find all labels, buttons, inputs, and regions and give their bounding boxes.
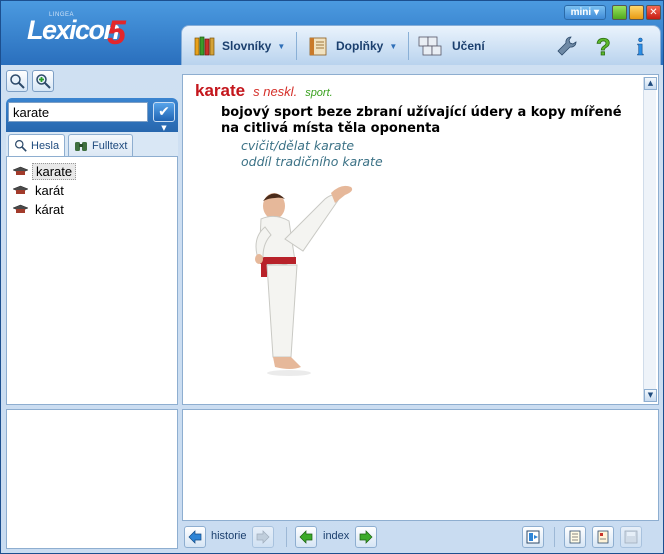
close-button[interactable]: ✕ bbox=[646, 5, 661, 20]
help-button[interactable]: ? bbox=[594, 34, 612, 58]
tab-fulltext-label: Fulltext bbox=[92, 139, 128, 152]
entry-view: karate s neskl. sport. bojový sport beze… bbox=[182, 74, 659, 405]
karate-kick-illustration bbox=[255, 185, 353, 376]
tab-fulltext[interactable]: Fulltext bbox=[68, 134, 134, 156]
magnifier-icon bbox=[15, 140, 27, 152]
list-item-label: kárat bbox=[35, 201, 64, 217]
index-back-button[interactable] bbox=[295, 526, 317, 548]
toolbar-divider bbox=[408, 32, 409, 60]
app-window: LINGEA Lexicon 5 mini ▾ ✕ Slovníky ▼ Dop… bbox=[0, 0, 664, 554]
scroll-down-icon[interactable]: ▼ bbox=[644, 389, 657, 402]
save-icon bbox=[624, 530, 638, 544]
arrow-right-icon bbox=[359, 530, 373, 544]
uceni-label: Učení bbox=[452, 39, 485, 53]
search-input[interactable] bbox=[8, 102, 148, 122]
window-controls: mini ▾ ✕ bbox=[563, 5, 661, 21]
arrow-left-icon bbox=[188, 530, 202, 544]
card-icon bbox=[597, 530, 609, 544]
list-item-label: karát bbox=[35, 182, 64, 198]
chevron-down-icon: ▼ bbox=[277, 41, 286, 51]
graduation-cap-icon bbox=[12, 204, 29, 213]
arrow-right-icon bbox=[256, 530, 270, 544]
domain-label: sport. bbox=[305, 87, 333, 99]
uceni-button[interactable]: Učení bbox=[418, 34, 485, 58]
toolbar-divider bbox=[286, 527, 287, 547]
chevron-down-icon: ▼ bbox=[389, 41, 398, 51]
definition-text: bojový sport beze zbraní užívající údery… bbox=[221, 105, 622, 136]
info-icon: i bbox=[637, 35, 645, 58]
list-item[interactable]: karát bbox=[12, 181, 67, 199]
arrow-left-icon bbox=[299, 530, 313, 544]
doplnky-menu-button[interactable]: Doplňky ▼ bbox=[308, 34, 397, 58]
main-toolbar: Slovníky ▼ Doplňky ▼ Učení ? i bbox=[181, 25, 661, 65]
settings-button[interactable] bbox=[556, 34, 578, 58]
history-forward-button[interactable] bbox=[252, 526, 274, 548]
notebook-view-button[interactable] bbox=[564, 526, 586, 548]
advanced-search-button[interactable] bbox=[32, 70, 54, 92]
zoom-in-icon bbox=[36, 74, 51, 89]
search-panel: ✔ ▼ Hesla Fulltext bbox=[6, 70, 178, 405]
list-tabs: Hesla Fulltext bbox=[6, 132, 178, 156]
list-item[interactable]: karate bbox=[12, 162, 77, 180]
save-button[interactable] bbox=[620, 526, 642, 548]
svg-text:i: i bbox=[637, 35, 644, 58]
search-bar: ✔ ▼ bbox=[6, 98, 178, 134]
lexicon-logo: Lexicon bbox=[27, 15, 120, 45]
tab-hesla[interactable]: Hesla bbox=[8, 134, 66, 156]
maximize-button[interactable] bbox=[629, 5, 644, 20]
history-label: historie bbox=[211, 530, 247, 542]
split-view-icon bbox=[526, 530, 540, 544]
question-mark-icon: ? bbox=[596, 34, 611, 58]
example-phrase[interactable]: cvičit/dělat karate bbox=[241, 138, 354, 153]
toolbar-divider bbox=[296, 32, 297, 60]
index-label: index bbox=[323, 530, 350, 542]
list-item-label: karate bbox=[32, 162, 77, 180]
word-list: karate karát kárat bbox=[6, 156, 178, 405]
secondary-list-panel bbox=[6, 409, 178, 549]
tab-hesla-label: Hesla bbox=[31, 139, 60, 152]
search-submit-button[interactable]: ✔ bbox=[153, 102, 175, 122]
grammar-label: s neskl. bbox=[253, 84, 298, 99]
list-item[interactable]: kárat bbox=[12, 200, 67, 218]
search-dropdown-icon[interactable]: ▼ bbox=[155, 124, 173, 132]
books-icon bbox=[194, 36, 215, 56]
vertical-scrollbar[interactable]: ▲ ▼ bbox=[643, 77, 657, 402]
wrench-icon bbox=[557, 36, 577, 56]
index-forward-button[interactable] bbox=[355, 526, 377, 548]
letter-blocks-icon bbox=[418, 36, 442, 56]
notes-panel bbox=[182, 409, 659, 521]
magnifier-icon bbox=[10, 74, 25, 89]
scroll-up-icon[interactable]: ▲ bbox=[644, 77, 657, 90]
headword: karate bbox=[195, 81, 246, 100]
info-button[interactable]: i bbox=[634, 34, 648, 58]
slovniky-label: Slovníky bbox=[222, 39, 272, 53]
minimize-button[interactable] bbox=[612, 5, 627, 20]
toolbar-divider bbox=[554, 527, 555, 547]
graduation-cap-icon bbox=[12, 185, 29, 194]
split-view-button[interactable] bbox=[522, 526, 544, 548]
open-book-icon bbox=[309, 37, 327, 56]
search-button[interactable] bbox=[6, 70, 28, 92]
mini-mode-button[interactable]: mini ▾ bbox=[563, 5, 606, 20]
binoculars-icon bbox=[75, 142, 87, 151]
history-back-button[interactable] bbox=[184, 526, 206, 548]
entry-header: karate s neskl. sport. bbox=[195, 81, 333, 101]
bottom-toolbar: historie index bbox=[182, 524, 659, 552]
doplnky-label: Doplňky bbox=[336, 39, 384, 53]
example-phrase[interactable]: oddíl tradičního karate bbox=[241, 154, 383, 169]
app-header: LINGEA Lexicon 5 mini ▾ ✕ Slovníky ▼ Dop… bbox=[1, 1, 663, 65]
lexicon-logo-number: 5 bbox=[107, 14, 126, 52]
card-view-button[interactable] bbox=[592, 526, 614, 548]
svg-text:?: ? bbox=[596, 34, 611, 58]
graduation-cap-icon bbox=[12, 166, 29, 175]
search-tools bbox=[6, 70, 54, 96]
notebook-icon bbox=[569, 530, 581, 544]
slovniky-menu-button[interactable]: Slovníky ▼ bbox=[194, 34, 285, 58]
